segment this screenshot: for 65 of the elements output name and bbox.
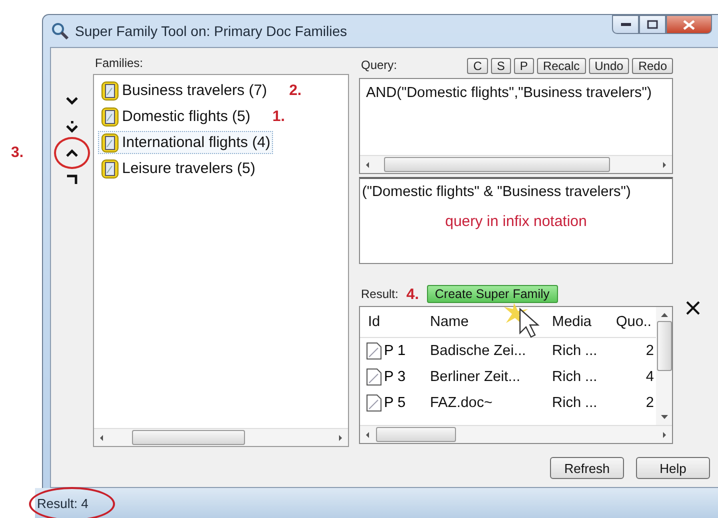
maximize-button[interactable]	[639, 15, 666, 34]
families-label: Families:	[94, 55, 144, 72]
query-field[interactable]: AND("Domestic flights","Business travelers")	[359, 78, 673, 174]
table-cell: P 3	[384, 369, 406, 385]
family-icon	[101, 106, 119, 126]
family-icon	[101, 132, 119, 152]
query-button[interactable]: S	[490, 58, 511, 74]
family-item[interactable]: Leisure travelers (5)	[98, 157, 258, 180]
magnifier-icon	[51, 22, 69, 40]
query-button[interactable]: C	[467, 58, 488, 74]
table-cell-text: Berliner Zeit...	[429, 369, 522, 385]
family-item[interactable]: International flights (4)	[98, 131, 274, 154]
dialog-button[interactable]: Refresh	[550, 457, 624, 479]
table-cell-text: 4	[644, 369, 655, 385]
family-icon	[101, 158, 119, 178]
query-button[interactable]: P	[514, 58, 534, 74]
query-button[interactable]: Undo	[588, 58, 630, 74]
horizontal-scrollbar[interactable]	[94, 428, 348, 446]
chevron-down-dot-icon	[66, 121, 78, 133]
status-text: Result: 4	[35, 496, 88, 510]
chevron-down-icon	[66, 97, 78, 105]
minimize-icon	[620, 22, 630, 26]
family-icon	[101, 80, 119, 100]
family-item[interactable]: Business travelers (7)	[98, 79, 270, 102]
table-cell-text: 2	[644, 343, 655, 359]
query-label: Query:	[360, 57, 398, 74]
table-cell-text: Rich ...	[551, 343, 598, 359]
document-icon	[366, 342, 382, 360]
dialog-button[interactable]: Help	[636, 457, 710, 479]
document-icon	[366, 394, 382, 412]
infix-query-text: ("Domestic flights" & "Business travelers")	[361, 183, 632, 202]
step-number: 4.	[406, 286, 419, 302]
chevron-up-icon	[66, 149, 78, 157]
query-button[interactable]: Recalc	[536, 58, 586, 74]
scroll-up-icon[interactable]	[660, 313, 668, 317]
step-number: 1.	[272, 108, 285, 125]
window-title: Super Family Tool on: Primary Doc Families	[75, 23, 348, 39]
column-header[interactable]: Quo..	[608, 314, 656, 330]
family-item[interactable]: Domestic flights (5)	[98, 105, 254, 128]
horizontal-scrollbar[interactable]	[360, 425, 672, 443]
document-icon	[366, 368, 382, 386]
vertical-scrollbar[interactable]	[656, 307, 672, 425]
create-super-family-button[interactable]: Create Super Family	[426, 285, 558, 303]
step-number: 2.	[289, 82, 302, 99]
corner-icon	[66, 174, 78, 184]
scroll-down-icon[interactable]	[660, 415, 668, 419]
minimize-button[interactable]	[612, 15, 639, 34]
table-cell-text: FAZ.doc~	[429, 395, 494, 411]
table-cell: P 5	[384, 395, 406, 411]
column-header[interactable]: Id	[360, 314, 422, 330]
column-header[interactable]: Media	[544, 314, 608, 330]
close-icon	[683, 20, 695, 30]
table-cell: P 1	[384, 343, 406, 359]
maximize-icon	[647, 20, 658, 29]
step-number: 3.	[11, 144, 24, 161]
table-cell-text: Rich ...	[551, 369, 598, 385]
close-button[interactable]	[666, 15, 712, 34]
table-cell-text: 2	[644, 395, 655, 411]
query-button[interactable]: Redo	[632, 58, 673, 74]
horizontal-scrollbar[interactable]	[360, 155, 672, 173]
infix-note: query in infix notation	[444, 212, 588, 230]
table-cell-text: Badische Zei...	[429, 343, 527, 359]
result-label: Result:	[360, 286, 398, 303]
query-text: AND("Domestic flights","Business travelers")	[365, 84, 653, 103]
table-cell-text: Rich ...	[551, 395, 598, 411]
